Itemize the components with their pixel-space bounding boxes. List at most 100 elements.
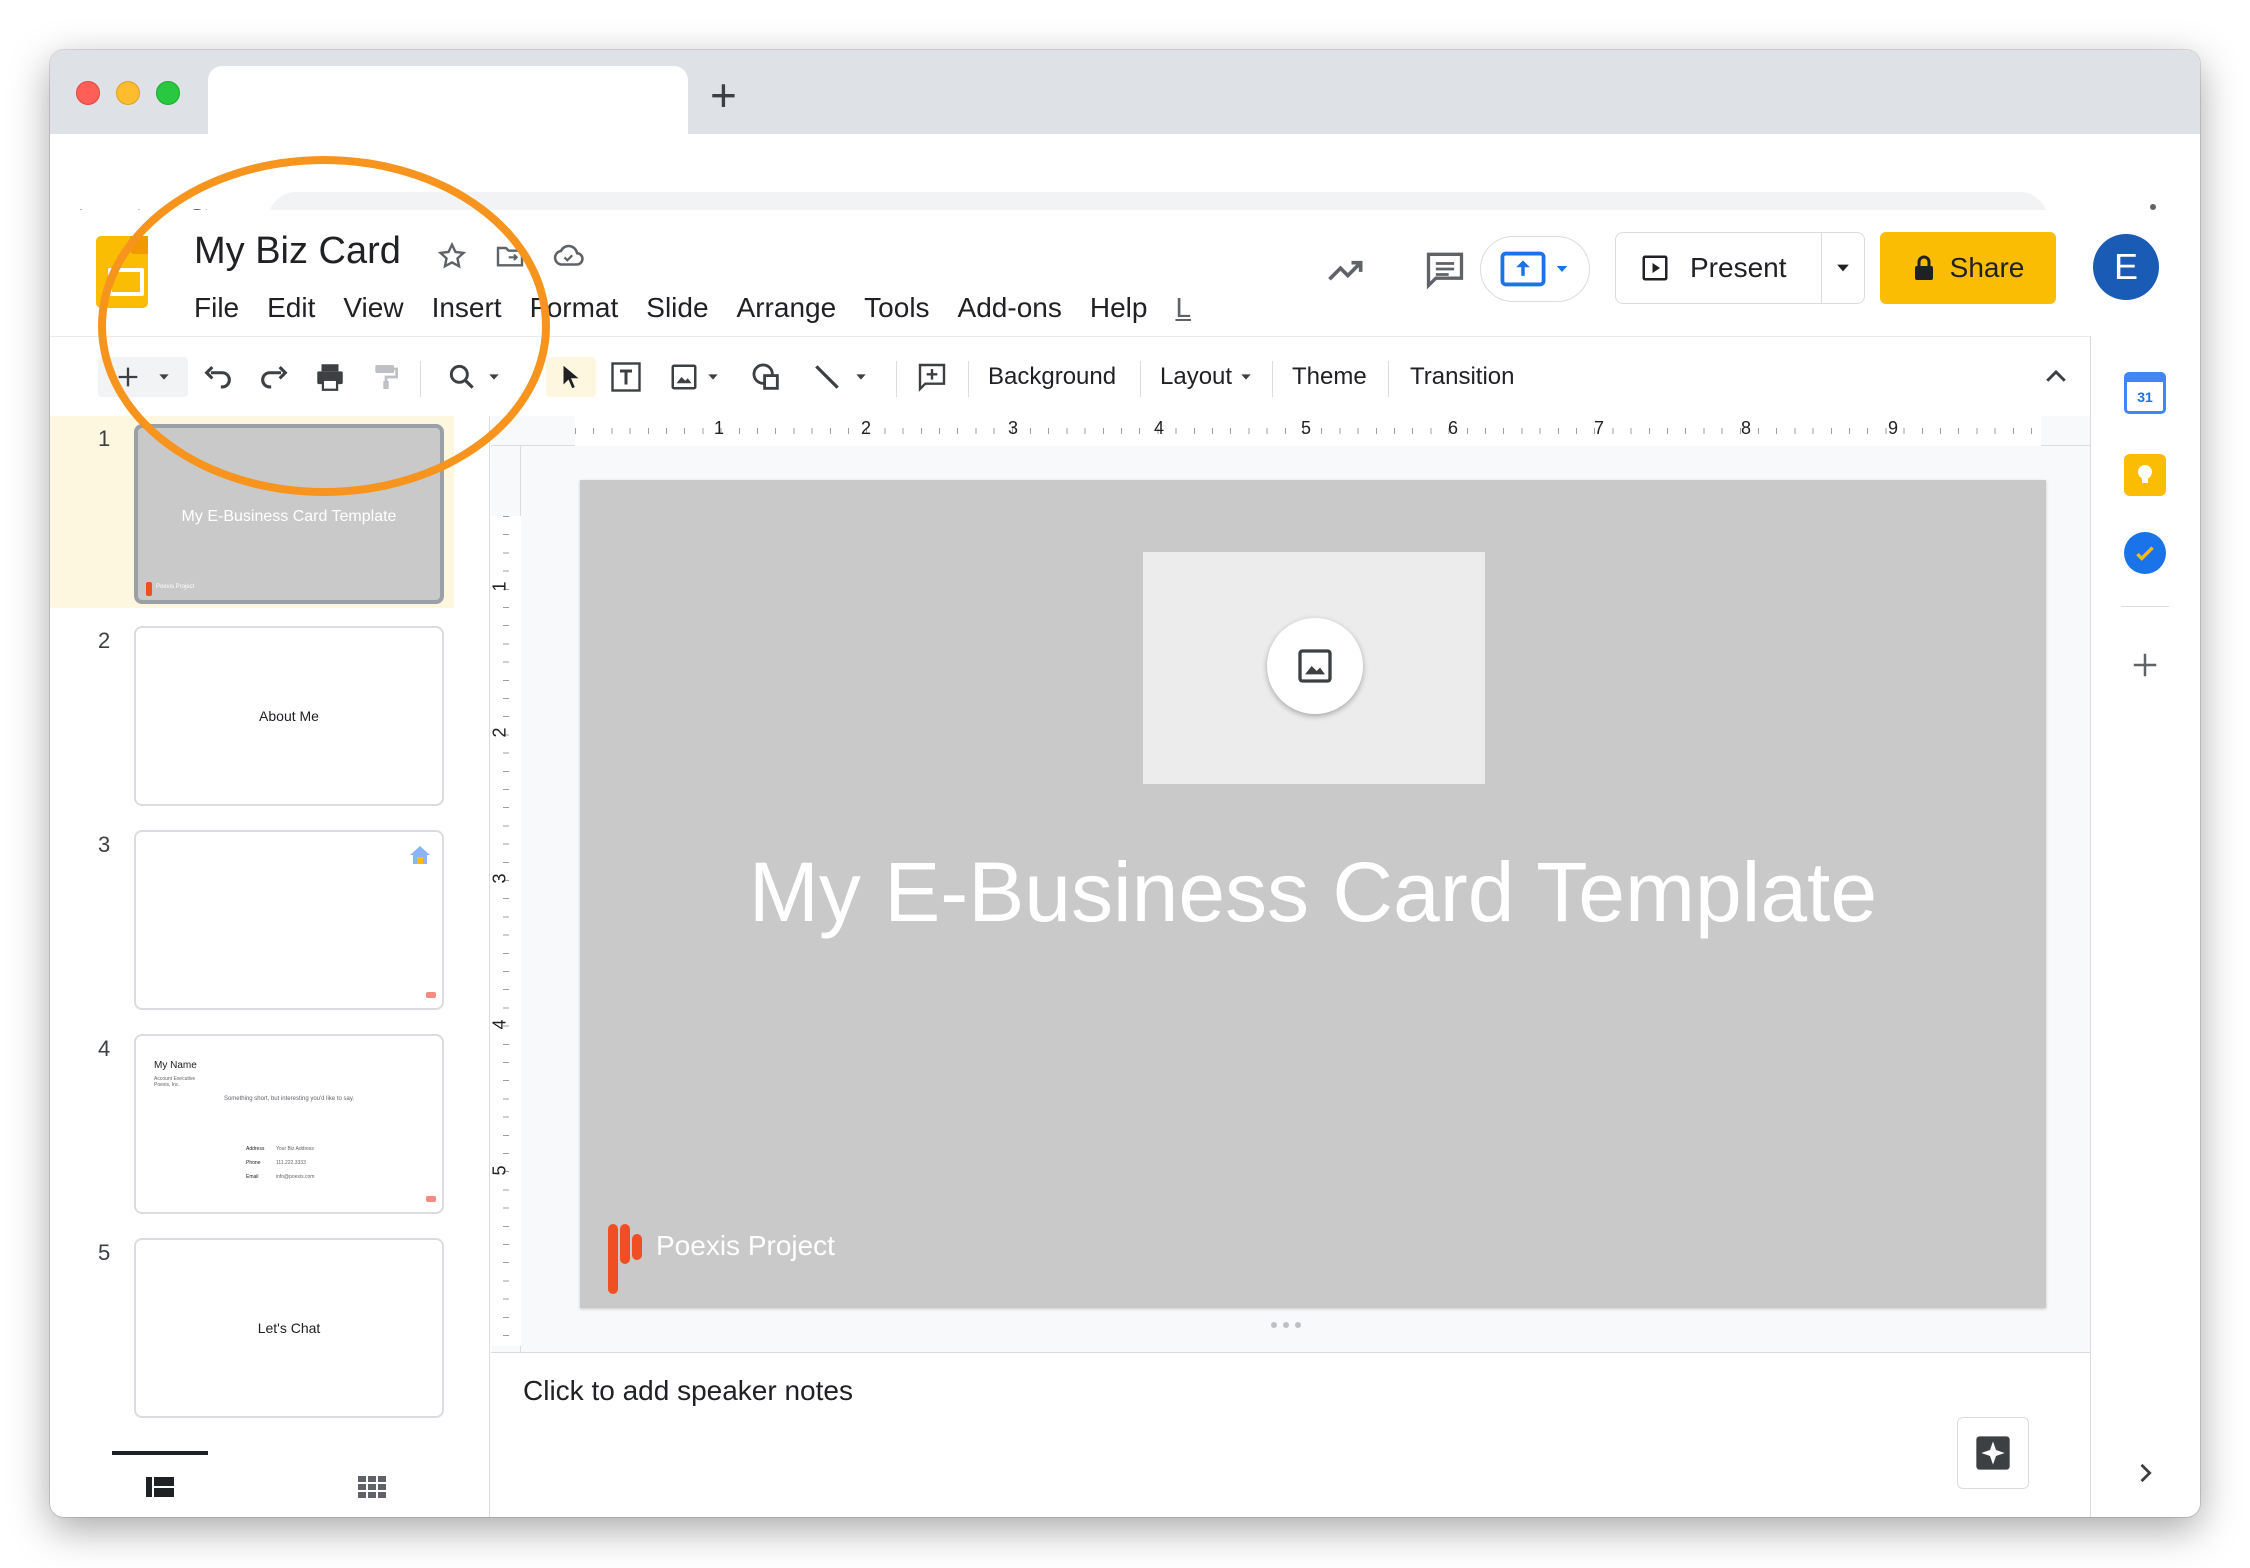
filmstrip-slide-5[interactable]: 5 Let's Chat xyxy=(50,1230,454,1422)
layout-button[interactable]: Layout xyxy=(1160,357,1254,397)
share-label: Share xyxy=(1949,252,2025,283)
filmstrip-view-button[interactable] xyxy=(142,1469,178,1505)
zoom-button[interactable] xyxy=(434,357,514,397)
speaker-notes[interactable]: Click to add speaker notes xyxy=(491,1352,2090,1517)
paint-format-icon xyxy=(375,365,398,389)
vertical-ruler[interactable]: 1 2 3 4 5 xyxy=(489,446,521,1352)
tab-bar: + xyxy=(50,50,2200,134)
present-options-button[interactable] xyxy=(1822,233,1864,303)
current-slide[interactable]: My E-Business Card Template Poexis Proje… xyxy=(580,480,2046,1308)
menu-arrange[interactable]: Arrange xyxy=(723,288,851,328)
line-icon xyxy=(815,365,839,389)
transition-button[interactable]: Transition xyxy=(1410,357,1514,397)
account-avatar[interactable]: E xyxy=(2093,234,2159,300)
meet-present-button[interactable] xyxy=(1480,236,1590,302)
horizontal-ruler[interactable]: 1 2 3 4 5 6 7 8 9 xyxy=(491,416,2090,446)
close-window-button[interactable] xyxy=(76,81,100,105)
star-button[interactable] xyxy=(432,236,472,276)
menu-view[interactable]: View xyxy=(329,288,417,328)
line-button[interactable] xyxy=(800,357,880,397)
minimize-window-button[interactable] xyxy=(116,81,140,105)
toolbar-separator xyxy=(1272,361,1273,397)
keep-icon[interactable] xyxy=(2124,454,2166,496)
background-button[interactable]: Background xyxy=(988,357,1116,397)
filmstrip-slide-1[interactable]: 1 My E-Business Card Template Poexis Pro… xyxy=(50,416,454,608)
chevron-down-icon xyxy=(1241,374,1251,380)
cursor-arrow-icon xyxy=(563,365,579,389)
insert-image-button[interactable] xyxy=(1267,618,1363,714)
chevron-down-icon xyxy=(489,374,499,380)
thumbnail-title: My E-Business Card Template xyxy=(181,508,397,525)
present-button[interactable]: Present xyxy=(1616,233,1822,303)
folder-move-icon xyxy=(496,246,524,267)
calendar-icon[interactable]: 31 xyxy=(2124,372,2166,414)
notes-resize-handle[interactable] xyxy=(1271,1322,1301,1328)
document-title[interactable]: My Biz Card xyxy=(194,230,401,273)
menu-help[interactable]: Help xyxy=(1076,288,1162,328)
menu-add-ons[interactable]: Add-ons xyxy=(944,288,1076,328)
slide-number: 4 xyxy=(98,1036,111,1061)
slide-thumbnail[interactable]: My E-Business Card Template Poexis Proje… xyxy=(134,424,444,604)
slide-thumbnail[interactable]: About Me xyxy=(134,626,444,806)
filmstrip-slide-2[interactable]: 2 About Me xyxy=(50,618,454,810)
present-button-group: Present xyxy=(1615,232,1865,304)
ruler-mark: 7 xyxy=(1594,418,1605,438)
slide-thumbnail[interactable]: My Name Account Executive Poexis, Inc. S… xyxy=(134,1034,444,1214)
lightbulb-icon xyxy=(2138,465,2152,483)
activity-dashboard-button[interactable] xyxy=(1318,242,1374,298)
redo-button[interactable] xyxy=(252,357,296,397)
menu-insert[interactable]: Insert xyxy=(418,288,516,328)
grid-view-button[interactable] xyxy=(354,1469,390,1505)
slide-title[interactable]: My E-Business Card Template xyxy=(580,844,2046,941)
print-button[interactable] xyxy=(308,357,352,397)
maximize-window-button[interactable] xyxy=(156,81,180,105)
get-add-ons-button[interactable] xyxy=(2124,644,2166,686)
add-comment-button[interactable] xyxy=(910,357,954,397)
ruler-mark: 4 xyxy=(489,1019,510,1030)
move-button[interactable] xyxy=(490,236,530,276)
image-placeholder[interactable] xyxy=(1143,552,1485,784)
tasks-icon[interactable] xyxy=(2124,532,2166,574)
expand-side-panel-button[interactable] xyxy=(2124,1452,2166,1494)
slide-brand-text[interactable]: Poexis Project xyxy=(656,1230,835,1262)
comments-button[interactable] xyxy=(1416,240,1474,298)
filmstrip-slide-3[interactable]: 3 xyxy=(50,822,454,1014)
insert-image-button[interactable] xyxy=(660,357,730,397)
thumbnail-row-value: Your Biz Address xyxy=(276,1146,314,1152)
ruler-mark: 1 xyxy=(714,418,725,438)
cloud-status-button[interactable] xyxy=(548,236,588,276)
poexis-logo-icon xyxy=(146,582,152,596)
menu-format[interactable]: Format xyxy=(516,288,633,328)
last-edit-icon[interactable]: L xyxy=(1161,288,1205,328)
menu-slide[interactable]: Slide xyxy=(632,288,722,328)
chevron-up-icon xyxy=(2046,369,2066,382)
browser-tab[interactable] xyxy=(208,66,688,134)
menu-tools[interactable]: Tools xyxy=(850,288,943,328)
new-tab-button[interactable]: + xyxy=(710,72,737,118)
paint-format-button[interactable] xyxy=(364,357,408,397)
chevron-down-icon xyxy=(1837,264,1849,272)
select-tool-button[interactable] xyxy=(546,357,596,397)
slide-thumbnail[interactable]: Let's Chat xyxy=(134,1238,444,1418)
zoom-icon xyxy=(449,364,474,389)
thumbnail-row-label: Email xyxy=(246,1174,259,1180)
editing-toolbar: Background Layout Theme Transition xyxy=(50,336,2090,416)
share-button[interactable]: Share xyxy=(1880,232,2056,304)
slide-thumbnail[interactable] xyxy=(134,830,444,1010)
text-box-button[interactable] xyxy=(604,357,648,397)
text-box-icon xyxy=(611,362,641,392)
chevron-down-icon xyxy=(159,374,169,380)
filmstrip-slide-4[interactable]: 4 My Name Account Executive Poexis, Inc.… xyxy=(50,1026,454,1218)
undo-button[interactable] xyxy=(196,357,240,397)
collapse-toolbar-button[interactable] xyxy=(2036,357,2076,397)
speaker-notes-placeholder[interactable]: Click to add speaker notes xyxy=(523,1375,853,1407)
comment-icon xyxy=(1426,252,1464,290)
theme-button[interactable]: Theme xyxy=(1292,357,1367,397)
slides-logo-icon[interactable] xyxy=(96,236,148,308)
shape-button[interactable] xyxy=(744,357,788,397)
menu-file[interactable]: File xyxy=(194,288,253,328)
explore-button[interactable] xyxy=(1957,1417,2029,1489)
horizontal-ruler-track: 1 2 3 4 5 6 7 8 9 xyxy=(575,416,2041,446)
menu-edit[interactable]: Edit xyxy=(253,288,329,328)
new-slide-button[interactable] xyxy=(98,357,188,397)
